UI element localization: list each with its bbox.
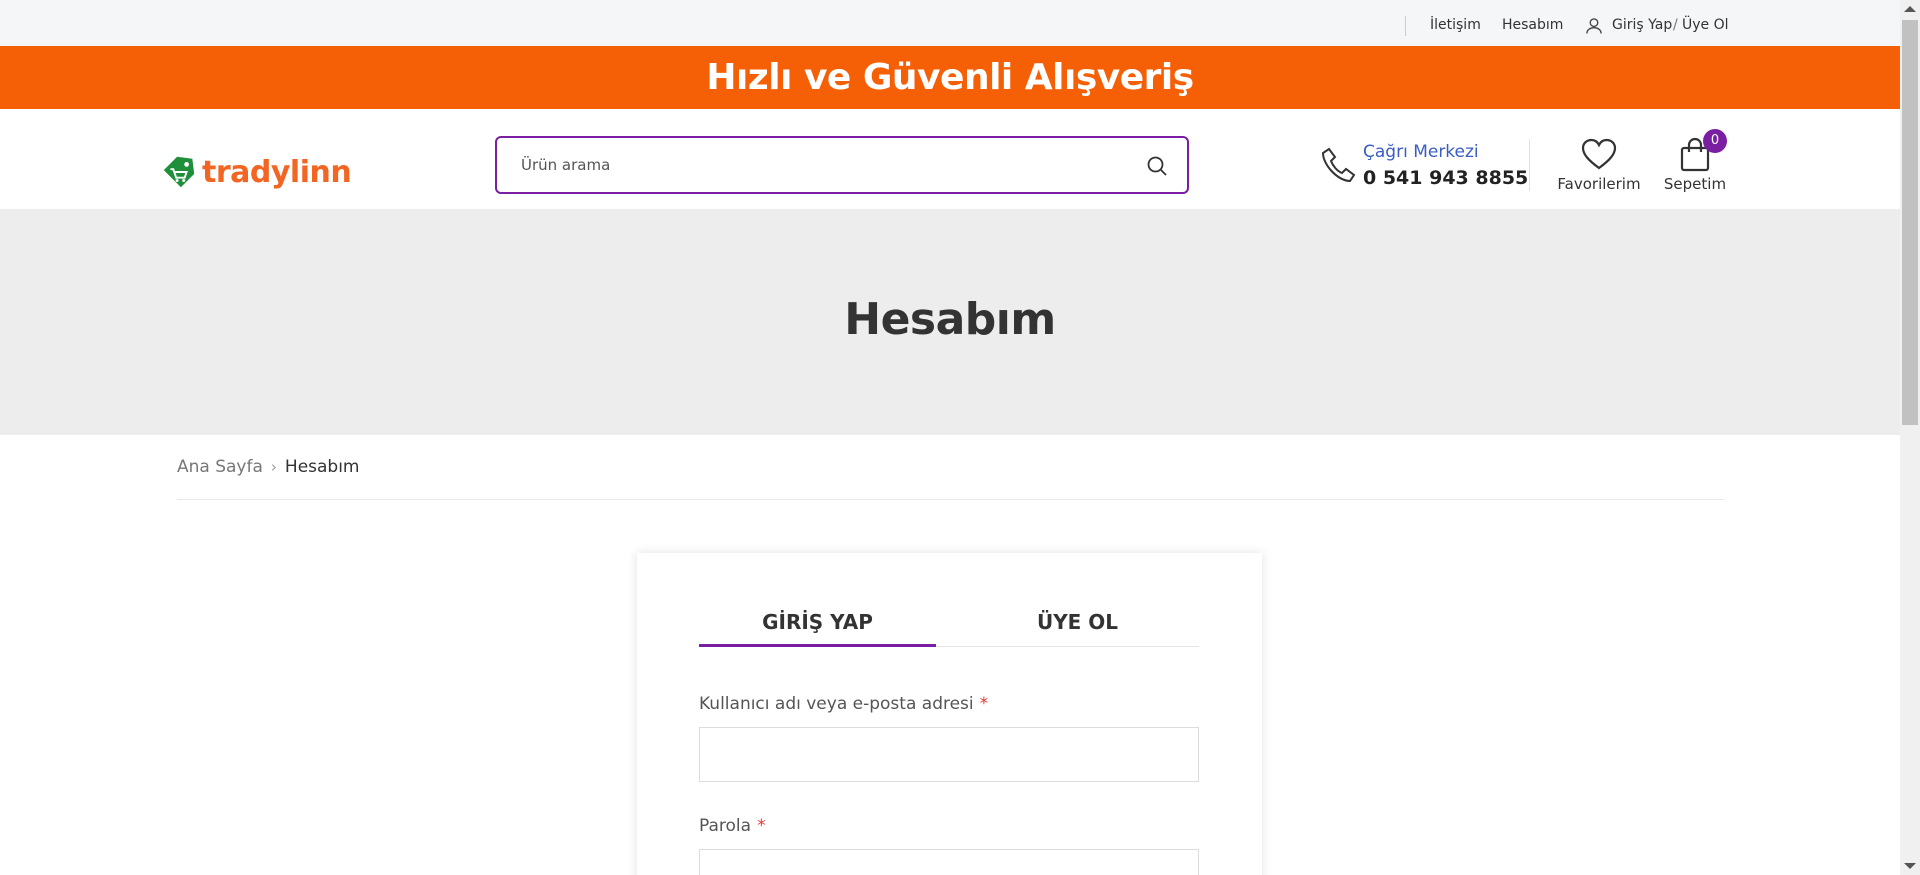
topbar-divider	[1405, 16, 1406, 36]
call-center-phone[interactable]: 0 541 943 8855	[1363, 167, 1528, 189]
site-logo[interactable]: tradylinn	[160, 152, 352, 192]
scroll-up-arrow-icon[interactable]	[1904, 6, 1916, 12]
breadcrumb-separator: ›	[270, 458, 277, 476]
site-header: tradylinn Çağrı Merkezi 0 541 943 8855 F…	[0, 109, 1900, 209]
contact-link[interactable]: İletişim	[1430, 17, 1481, 33]
user-icon	[1586, 18, 1602, 34]
page-title: Hesabım	[844, 294, 1056, 345]
heart-icon	[1581, 138, 1617, 170]
logo-text: tradylinn	[202, 154, 352, 190]
top-utility-bar: İletişim Hesabım Giriş Yap / Üye Ol	[0, 0, 1900, 46]
tab-login[interactable]: GİRİŞ YAP	[699, 603, 936, 647]
login-link[interactable]: Giriş Yap	[1612, 17, 1672, 33]
page-scrollbar[interactable]	[1900, 0, 1920, 875]
breadcrumb-divider	[177, 499, 1724, 500]
favorites-button[interactable]: Favorilerim	[1555, 137, 1643, 193]
phone-icon	[1321, 147, 1356, 183]
cart-button[interactable]: 0 Sepetim	[1660, 129, 1730, 193]
cart-tag-logo-icon	[163, 156, 195, 188]
username-field[interactable]	[699, 727, 1199, 782]
password-label: Parola *	[699, 816, 766, 836]
username-label: Kullanıcı adı veya e-posta adresi *	[699, 694, 988, 714]
scroll-down-arrow-icon[interactable]	[1904, 863, 1916, 869]
cart-count-badge: 0	[1703, 129, 1727, 153]
topbar-separator: /	[1673, 17, 1678, 33]
breadcrumb-home-link[interactable]: Ana Sayfa	[177, 457, 263, 477]
search-bar	[495, 136, 1189, 194]
page-hero: Hesabım	[0, 209, 1900, 435]
username-label-text: Kullanıcı adı veya e-posta adresi	[699, 694, 974, 714]
required-marker: *	[979, 694, 989, 714]
promo-banner: Hızlı ve Güvenli Alışveriş	[0, 46, 1900, 109]
search-icon[interactable]	[1145, 154, 1169, 178]
account-link[interactable]: Hesabım	[1502, 17, 1563, 33]
cart-label: Sepetim	[1663, 175, 1727, 193]
auth-tabs: GİRİŞ YAP ÜYE OL	[699, 603, 1199, 647]
favorites-label: Favorilerim	[1557, 175, 1641, 193]
breadcrumb: Ana Sayfa › Hesabım	[177, 457, 360, 477]
register-link[interactable]: Üye Ol	[1682, 17, 1729, 33]
password-field[interactable]	[699, 849, 1199, 875]
header-divider	[1529, 139, 1530, 191]
scrollbar-thumb[interactable]	[1902, 20, 1918, 425]
tab-register[interactable]: ÜYE OL	[956, 603, 1199, 647]
auth-card: GİRİŞ YAP ÜYE OL Kullanıcı adı veya e-po…	[637, 553, 1262, 875]
password-label-text: Parola	[699, 816, 752, 836]
call-center-title: Çağrı Merkezi	[1363, 142, 1479, 162]
breadcrumb-current: Hesabım	[284, 457, 360, 477]
required-marker: *	[757, 816, 766, 836]
search-input[interactable]	[521, 152, 1121, 178]
